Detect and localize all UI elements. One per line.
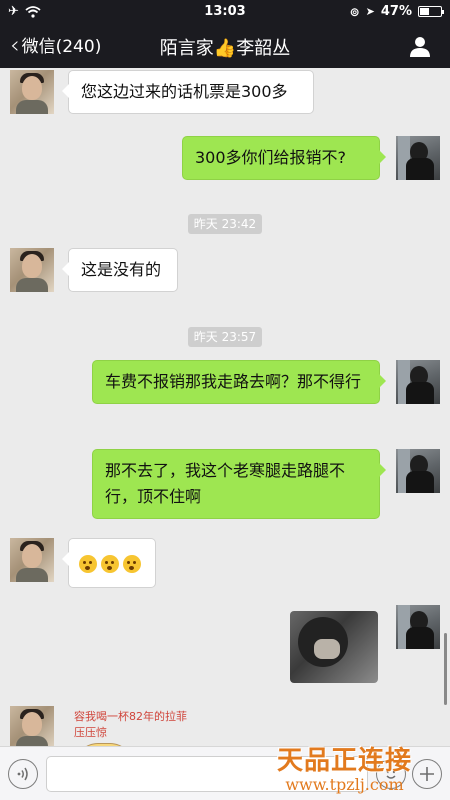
user-profile-icon[interactable] (408, 34, 432, 58)
chat-area[interactable]: 您这边过来的话机票是300多 300多你们给报销不? 昨天 23:42 这是没有… (0, 68, 450, 746)
message-bubble-emoji[interactable] (62, 538, 156, 588)
message-bubble-left[interactable]: 这是没有的 (62, 248, 178, 292)
timestamp: 昨天 23:42 (0, 213, 450, 234)
location-icon: ➤ (365, 5, 375, 18)
contact-avatar[interactable] (10, 706, 54, 746)
sticker-caption: 容我喝一杯82年的拉菲压压惊 (74, 710, 187, 739)
status-bar: ✈ 13:03 ⊚ ➤ 47% (0, 0, 450, 24)
plus-icon (420, 767, 434, 781)
message-bubble-right[interactable]: 那不去了，我这个老寒腿走路腿不行，顶不住啊 (92, 449, 386, 519)
contact-avatar[interactable] (10, 248, 54, 292)
more-actions-button[interactable] (412, 759, 442, 789)
my-avatar[interactable] (396, 605, 440, 649)
voice-icon (17, 767, 28, 781)
message-input[interactable] (46, 756, 368, 792)
rotation-lock-icon: ⊚ (349, 4, 360, 19)
nav-bar: ‹ 微信(240) 陌言家👍李韶丛 (0, 24, 450, 68)
timestamp: 昨天 23:57 (0, 326, 450, 347)
my-avatar[interactable] (396, 360, 440, 404)
status-right: ⊚ ➤ 47% (349, 4, 444, 19)
message-image[interactable] (290, 611, 378, 683)
emoji-button[interactable] (376, 759, 406, 789)
sweat-emoji-icon (79, 554, 97, 573)
input-bar (0, 746, 450, 800)
scrollbar[interactable] (444, 633, 447, 705)
message-bubble-left[interactable]: 您这边过来的话机票是300多 (62, 70, 314, 114)
my-avatar[interactable] (396, 136, 440, 180)
my-avatar[interactable] (396, 449, 440, 493)
voice-input-button[interactable] (8, 759, 38, 789)
contact-avatar[interactable] (10, 538, 54, 582)
battery-level (420, 8, 430, 15)
battery-icon (418, 6, 444, 17)
contact-avatar[interactable] (10, 70, 54, 114)
sweat-emoji-icon (101, 554, 119, 573)
message-bubble-right[interactable]: 车费不报销那我走路去啊？那不得行 (92, 360, 386, 404)
chat-title: 陌言家👍李韶丛 (159, 38, 291, 59)
sweat-emoji-icon (123, 554, 141, 573)
smiley-icon (386, 770, 396, 779)
battery-percent: 47% (380, 4, 412, 19)
message-bubble-right[interactable]: 300多你们给报销不? (182, 136, 386, 180)
message-sticker[interactable]: 容我喝一杯82年的拉菲压压惊 (74, 709, 194, 746)
